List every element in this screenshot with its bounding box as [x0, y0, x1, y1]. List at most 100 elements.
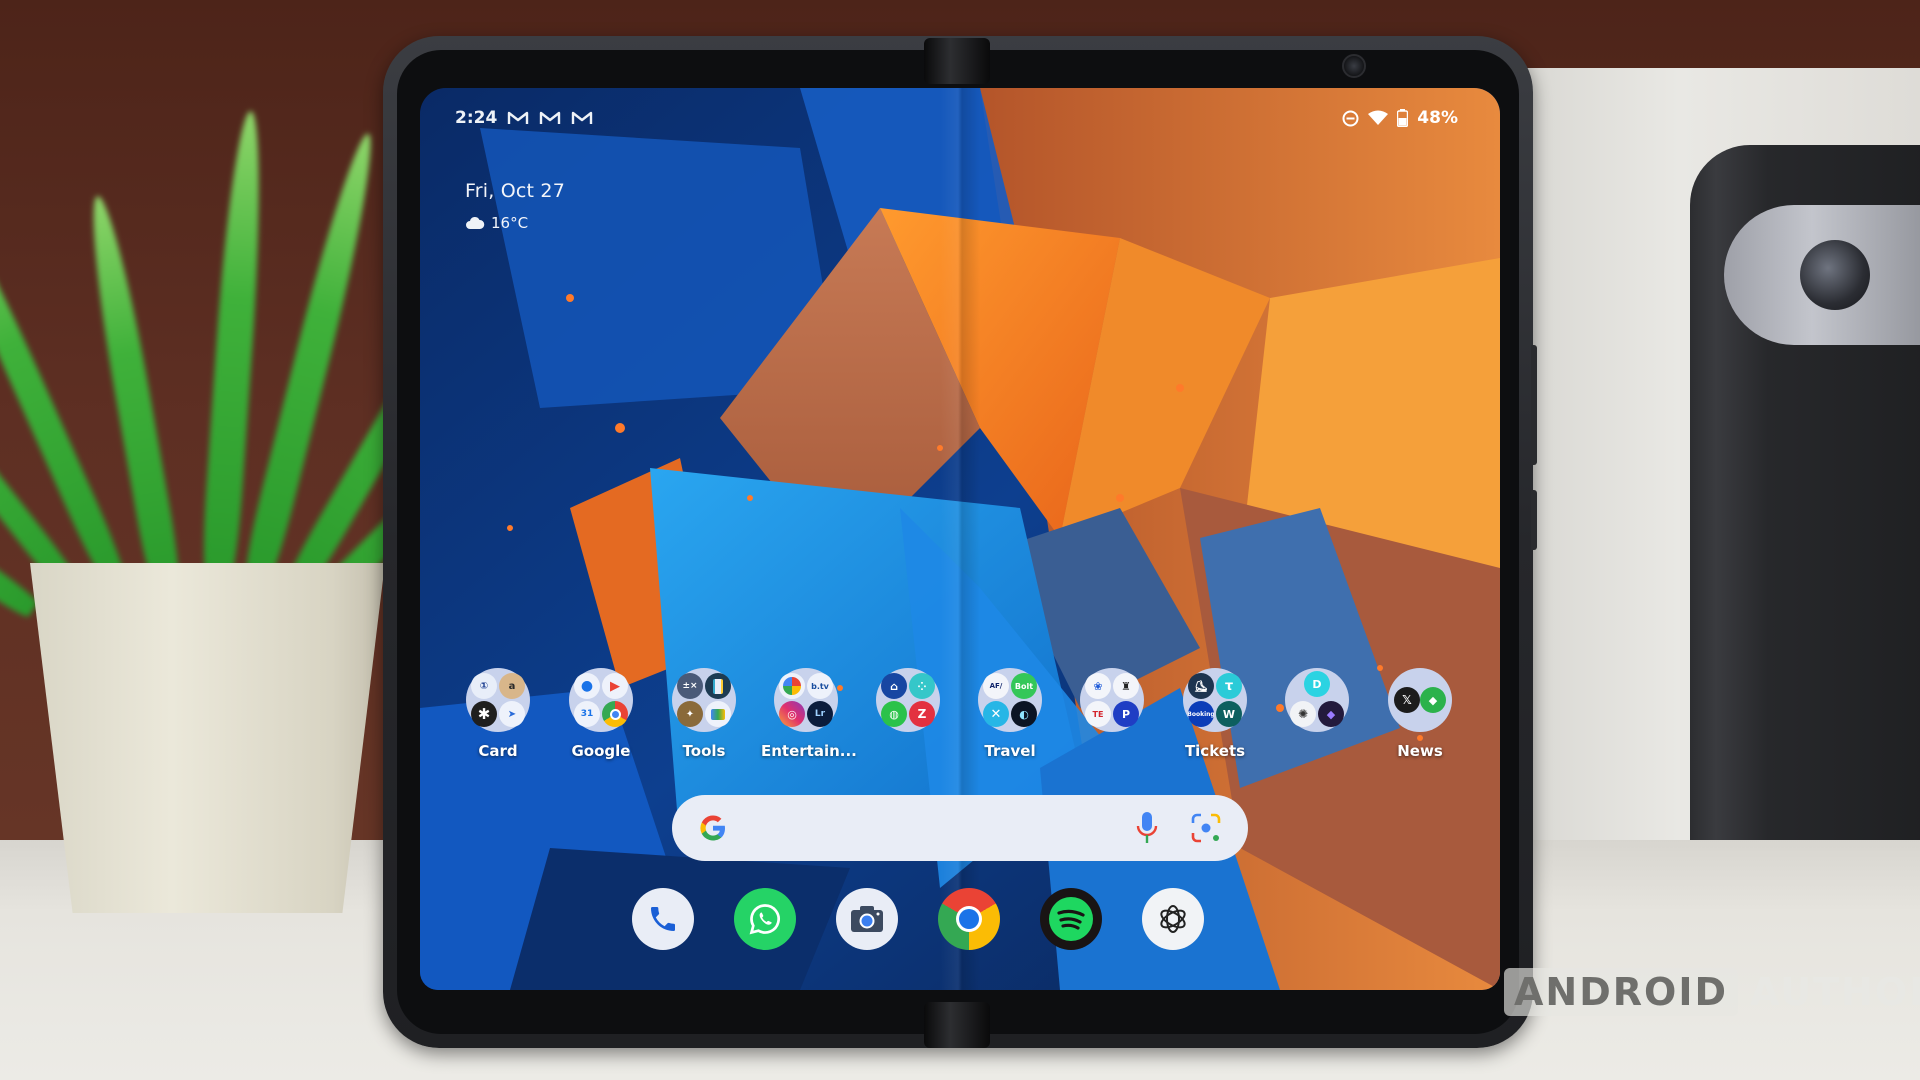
- temperature: 16°C: [491, 214, 529, 232]
- hinge-bottom: [924, 1002, 990, 1048]
- chrome-beta-icon: [602, 701, 628, 727]
- cloudy-icon: [466, 216, 485, 229]
- folder-tickets[interactable]: ⛸ τ Booking W Tickets: [1170, 668, 1260, 760]
- folder-news[interactable]: 𝕏 ◆ News: [1375, 668, 1465, 760]
- dashlane-icon: D: [1304, 671, 1330, 697]
- plant-pot: [30, 563, 385, 913]
- zenly-icon: Z: [909, 701, 935, 727]
- folder-icon: AF/ Bolt ✕ ◐: [978, 668, 1042, 732]
- dock-spotify[interactable]: [1040, 888, 1102, 950]
- bouygues-icon: ❀: [1085, 673, 1111, 699]
- ratp-icon: ✕: [983, 701, 1009, 727]
- wattpad-icon: W: [1216, 701, 1242, 727]
- folder-label: Tickets: [1184, 742, 1246, 760]
- battery-percent: 48%: [1417, 108, 1458, 128]
- power-button: [1531, 490, 1537, 550]
- ouigo-icon: ◐: [1011, 701, 1037, 727]
- device-care-icon: ✦: [677, 701, 703, 727]
- folder-label: Tools: [682, 742, 726, 760]
- home-screen: 2:24 48% Fri, Oct 27 16°C ① a ✱ ➤ Card ●…: [420, 88, 1500, 990]
- tiqets-icon: τ: [1216, 673, 1242, 699]
- skate-icon: ⛸: [1188, 673, 1214, 699]
- booking-icon: Booking: [1188, 701, 1214, 727]
- folder-icon: ❀ ♜ TE P: [1080, 668, 1144, 732]
- folder-card[interactable]: ① a ✱ ➤ Card: [453, 668, 543, 760]
- feedly-icon: ◆: [1420, 687, 1446, 713]
- microphone-icon[interactable]: [1134, 811, 1160, 845]
- gmail-icon: [572, 111, 593, 124]
- google-g-icon: [700, 815, 725, 841]
- folder-unnamed-2[interactable]: ❀ ♜ TE P: [1067, 668, 1157, 742]
- 1password-icon: ①: [471, 673, 497, 699]
- front-camera: [1342, 54, 1366, 78]
- dino-icon: ♜: [1113, 673, 1139, 699]
- router-icon: ⌂: [881, 673, 907, 699]
- fitbit-icon: ⁘: [909, 673, 935, 699]
- navigation-icon: ➤: [499, 701, 525, 727]
- paypal-icon: P: [1113, 701, 1139, 727]
- folder-unnamed-1[interactable]: ⌂ ⁘ ◍ Z: [863, 668, 953, 742]
- folder-icon: ● ▶ 31: [569, 668, 633, 732]
- camera-icon: [851, 906, 883, 932]
- folder-icon: ① a ✱ ➤: [466, 668, 530, 732]
- chrome-icon: [956, 906, 982, 932]
- wechat-icon: ◍: [881, 701, 907, 727]
- folder-entertainment[interactable]: b.tv ◎ Lr Entertain...: [761, 668, 857, 760]
- obsidian-icon: ◆: [1318, 701, 1344, 727]
- folder-icon: 𝕏 ◆: [1388, 668, 1452, 732]
- phone-icon: [651, 907, 675, 931]
- phone-tool-icon: [705, 673, 731, 699]
- watermark-plain: AUTHORITY: [1750, 970, 1920, 1014]
- folder-label: Entertain...: [761, 742, 857, 760]
- folder-travel[interactable]: AF/ Bolt ✕ ◐ Travel: [965, 668, 1055, 760]
- at-a-glance-widget[interactable]: Fri, Oct 27 16°C: [465, 180, 565, 232]
- calendar-icon: 31: [574, 701, 600, 727]
- amazon-icon: a: [499, 673, 525, 699]
- perplexity-icon: ✱: [471, 701, 497, 727]
- folder-label: Google: [571, 742, 631, 760]
- do-not-disturb-icon: [1342, 110, 1359, 126]
- folder-label: Card: [478, 742, 518, 760]
- folder-icon: b.tv ◎ Lr: [774, 668, 838, 732]
- folder-icon: D ✺ ◆: [1285, 668, 1349, 732]
- dock-chatgpt[interactable]: [1142, 888, 1204, 950]
- dock-camera[interactable]: [836, 888, 898, 950]
- glance-weather[interactable]: 16°C: [465, 214, 565, 232]
- google-search-bar[interactable]: [672, 795, 1248, 861]
- box-phone-image: [1690, 145, 1920, 885]
- dock-chrome[interactable]: [938, 888, 1000, 950]
- google-photos-icon: [779, 673, 805, 699]
- folder-google[interactable]: ● ▶ 31 Google: [556, 668, 646, 760]
- chatgpt-icon: [1160, 905, 1186, 933]
- instagram-icon: ◎: [779, 701, 805, 727]
- watermark: ANDROID AUTHORITY: [1504, 968, 1920, 1016]
- calculator-icon: ±×: [677, 673, 703, 699]
- lightroom-icon: Lr: [807, 701, 833, 727]
- dock-phone[interactable]: [632, 888, 694, 950]
- air-france-icon: AF/: [983, 673, 1009, 699]
- folder-unnamed-3[interactable]: D ✺ ◆: [1272, 668, 1362, 742]
- folder-icon: ±× ✦: [672, 668, 736, 732]
- x-icon: 𝕏: [1394, 687, 1420, 713]
- chatgpt-icon: ✺: [1290, 701, 1316, 727]
- glance-date[interactable]: Fri, Oct 27: [465, 180, 565, 202]
- hinge-top: [924, 38, 990, 84]
- folder-icon: ⛸ τ Booking W: [1183, 668, 1247, 732]
- folder-label: News: [1397, 742, 1443, 760]
- folder-tools[interactable]: ±× ✦ Tools: [659, 668, 749, 760]
- status-bar-right: 48%: [1342, 108, 1458, 128]
- gmail-icon: [508, 111, 529, 124]
- google-lens-icon[interactable]: [1190, 812, 1222, 844]
- dock-whatsapp[interactable]: [734, 888, 796, 950]
- watermark-boxed: ANDROID: [1504, 968, 1739, 1016]
- btv-icon: b.tv: [807, 673, 833, 699]
- volume-button: [1531, 345, 1537, 465]
- wifi-icon: [1368, 110, 1389, 125]
- spotify-icon: [1049, 897, 1093, 941]
- clock: 2:24: [455, 108, 498, 128]
- totalenergies-icon: TE: [1085, 701, 1111, 727]
- gmail-icon: [540, 111, 561, 124]
- folder-label: Travel: [984, 742, 1036, 760]
- folder-icon: ⌂ ⁘ ◍ Z: [876, 668, 940, 732]
- bolt-icon: Bolt: [1011, 673, 1037, 699]
